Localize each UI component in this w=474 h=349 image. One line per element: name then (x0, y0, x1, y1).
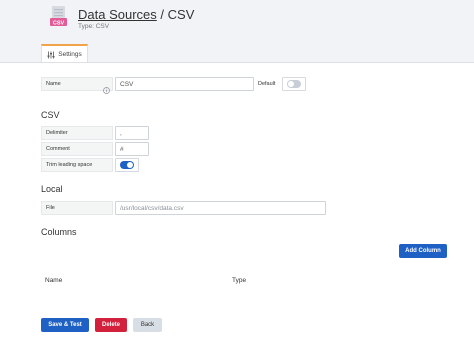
file-label-text: File (46, 205, 55, 211)
csv-badge-text: CSV (53, 20, 65, 26)
file-path-input[interactable]: /usr/local/csv/data.csv (115, 201, 326, 215)
tab-settings[interactable]: Settings (41, 44, 88, 63)
delimiter-label: Delimiter (41, 126, 113, 140)
toggle-knob (288, 81, 294, 87)
comment-input-value: # (120, 145, 124, 153)
info-circle-icon[interactable] (103, 81, 110, 94)
delete-button-label: Delete (101, 322, 120, 328)
name-input-value: CSV (120, 80, 134, 88)
delete-button[interactable]: Delete (95, 318, 127, 332)
default-label-text: Default (258, 81, 276, 87)
save-test-button[interactable]: Save & Test (41, 318, 89, 332)
default-label: Default (256, 77, 282, 91)
page-subtitle: Type: CSV (78, 23, 110, 30)
toggle-knob (127, 162, 133, 168)
trim-toggle[interactable] (120, 161, 134, 169)
sliders-icon (47, 51, 55, 59)
local-section-title: Local (41, 184, 63, 194)
add-column-button[interactable]: Add Column (399, 244, 447, 258)
tab-settings-label: Settings (58, 51, 82, 58)
file-label: File (41, 201, 113, 215)
file-path-placeholder: /usr/local/csv/data.csv (120, 204, 184, 212)
save-test-button-label: Save & Test (48, 322, 82, 328)
breadcrumb-separator: / (160, 7, 165, 22)
add-column-button-label: Add Column (405, 248, 441, 254)
default-switch[interactable] (282, 77, 306, 91)
delimiter-input-value: , (120, 129, 122, 137)
csv-section-title: CSV (41, 110, 60, 120)
comment-input[interactable]: # (115, 142, 149, 156)
delimiter-input[interactable]: , (115, 126, 149, 140)
comment-label-text: Comment (46, 146, 70, 152)
csv-file-icon: CSV (50, 5, 69, 29)
trim-leading-space-label: Trim leading space (41, 158, 113, 172)
trim-label-text: Trim leading space (46, 162, 93, 168)
header-divider (0, 62, 474, 63)
page-title: Data Sources / CSV (78, 7, 194, 22)
trim-leading-space-switch[interactable] (115, 158, 139, 172)
default-toggle[interactable] (287, 80, 301, 88)
back-button[interactable]: Back (133, 318, 162, 332)
breadcrumb-current: CSV (167, 7, 195, 22)
delimiter-label-text: Delimiter (46, 130, 68, 136)
columns-section-title: Columns (41, 227, 77, 237)
column-header-name: Name (45, 277, 63, 284)
breadcrumb-data-sources-link[interactable]: Data Sources (78, 7, 157, 22)
name-label-text: Name (46, 81, 61, 87)
column-header-type: Type (232, 277, 247, 284)
name-input[interactable]: CSV (115, 77, 254, 91)
back-button-label: Back (140, 322, 155, 328)
comment-label: Comment (41, 142, 113, 156)
